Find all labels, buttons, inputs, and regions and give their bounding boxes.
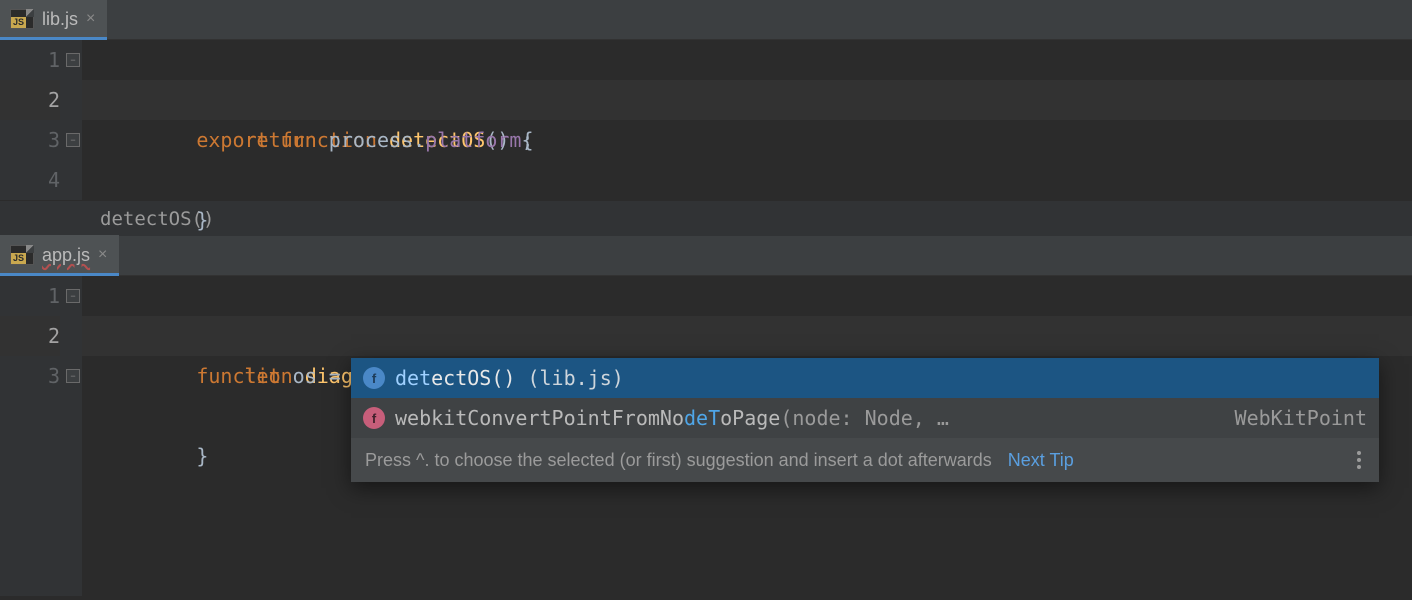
line-number: 3: [0, 120, 60, 160]
tab-bar: app.js ×: [0, 236, 1412, 276]
fold-open-icon[interactable]: −: [66, 289, 80, 303]
hint-text: Press ^. to choose the selected (or firs…: [365, 450, 992, 471]
code-line[interactable]: let os = det: [82, 316, 1412, 356]
close-icon[interactable]: ×: [86, 11, 95, 27]
completion-label: detectOS() (lib.js): [395, 366, 624, 390]
code-line[interactable]: [82, 160, 1412, 200]
code-area[interactable]: − export function detectOS() { return pr…: [82, 40, 1412, 200]
gutter: 1 2 3: [0, 276, 82, 596]
autocomplete-popup: f detectOS() (lib.js) f webkitConvertPoi…: [351, 358, 1379, 482]
tab-lib-js[interactable]: lib.js ×: [0, 0, 107, 39]
code-line[interactable]: − function diagnostics() : void {: [82, 276, 1412, 316]
line-number: 1: [0, 276, 60, 316]
code-line[interactable]: return process.platform;: [82, 80, 1412, 120]
code-line[interactable]: − export function detectOS() {: [82, 40, 1412, 80]
code-area[interactable]: − function diagnostics() : void { let os…: [82, 276, 1412, 596]
kebab-icon[interactable]: [1353, 447, 1365, 473]
fold-close-icon[interactable]: −: [66, 369, 80, 383]
completion-type: WebKitPoint: [1235, 406, 1367, 430]
code-line[interactable]: − }: [82, 120, 1412, 160]
js-file-icon: [10, 9, 34, 29]
editor-lib[interactable]: 1 2 3 4 − export function detectOS() { r…: [0, 40, 1412, 200]
tab-bar: lib.js ×: [0, 0, 1412, 40]
next-tip-link[interactable]: Next Tip: [1008, 450, 1074, 471]
fold-close-icon[interactable]: −: [66, 133, 80, 147]
close-icon[interactable]: ×: [98, 247, 107, 263]
autocomplete-hint: Press ^. to choose the selected (or firs…: [351, 438, 1379, 482]
function-badge-icon: f: [363, 367, 385, 389]
line-number: 2: [0, 316, 60, 356]
autocomplete-item[interactable]: f webkitConvertPointFromNodeToPage(node:…: [351, 398, 1379, 438]
line-number: 3: [0, 356, 60, 396]
completion-label: webkitConvertPointFromNodeToPage(node: N…: [395, 406, 949, 430]
tab-app-js[interactable]: app.js ×: [0, 235, 119, 275]
breadcrumb[interactable]: detectOS(): [0, 200, 1412, 236]
editor-pane-app: app.js × 1 2 3 − function diagnostics() …: [0, 236, 1412, 596]
tab-filename: app.js: [42, 245, 90, 266]
line-number: 1: [0, 40, 60, 80]
tab-filename: lib.js: [42, 9, 78, 30]
line-number: 2: [0, 80, 60, 120]
fold-open-icon[interactable]: −: [66, 53, 80, 67]
editor-pane-lib: lib.js × 1 2 3 4 − export function detec…: [0, 0, 1412, 236]
js-file-icon: [10, 245, 34, 265]
function-badge-icon: f: [363, 407, 385, 429]
line-number: 4: [0, 160, 60, 200]
editor-app[interactable]: 1 2 3 − function diagnostics() : void { …: [0, 276, 1412, 596]
autocomplete-item[interactable]: f detectOS() (lib.js): [351, 358, 1379, 398]
